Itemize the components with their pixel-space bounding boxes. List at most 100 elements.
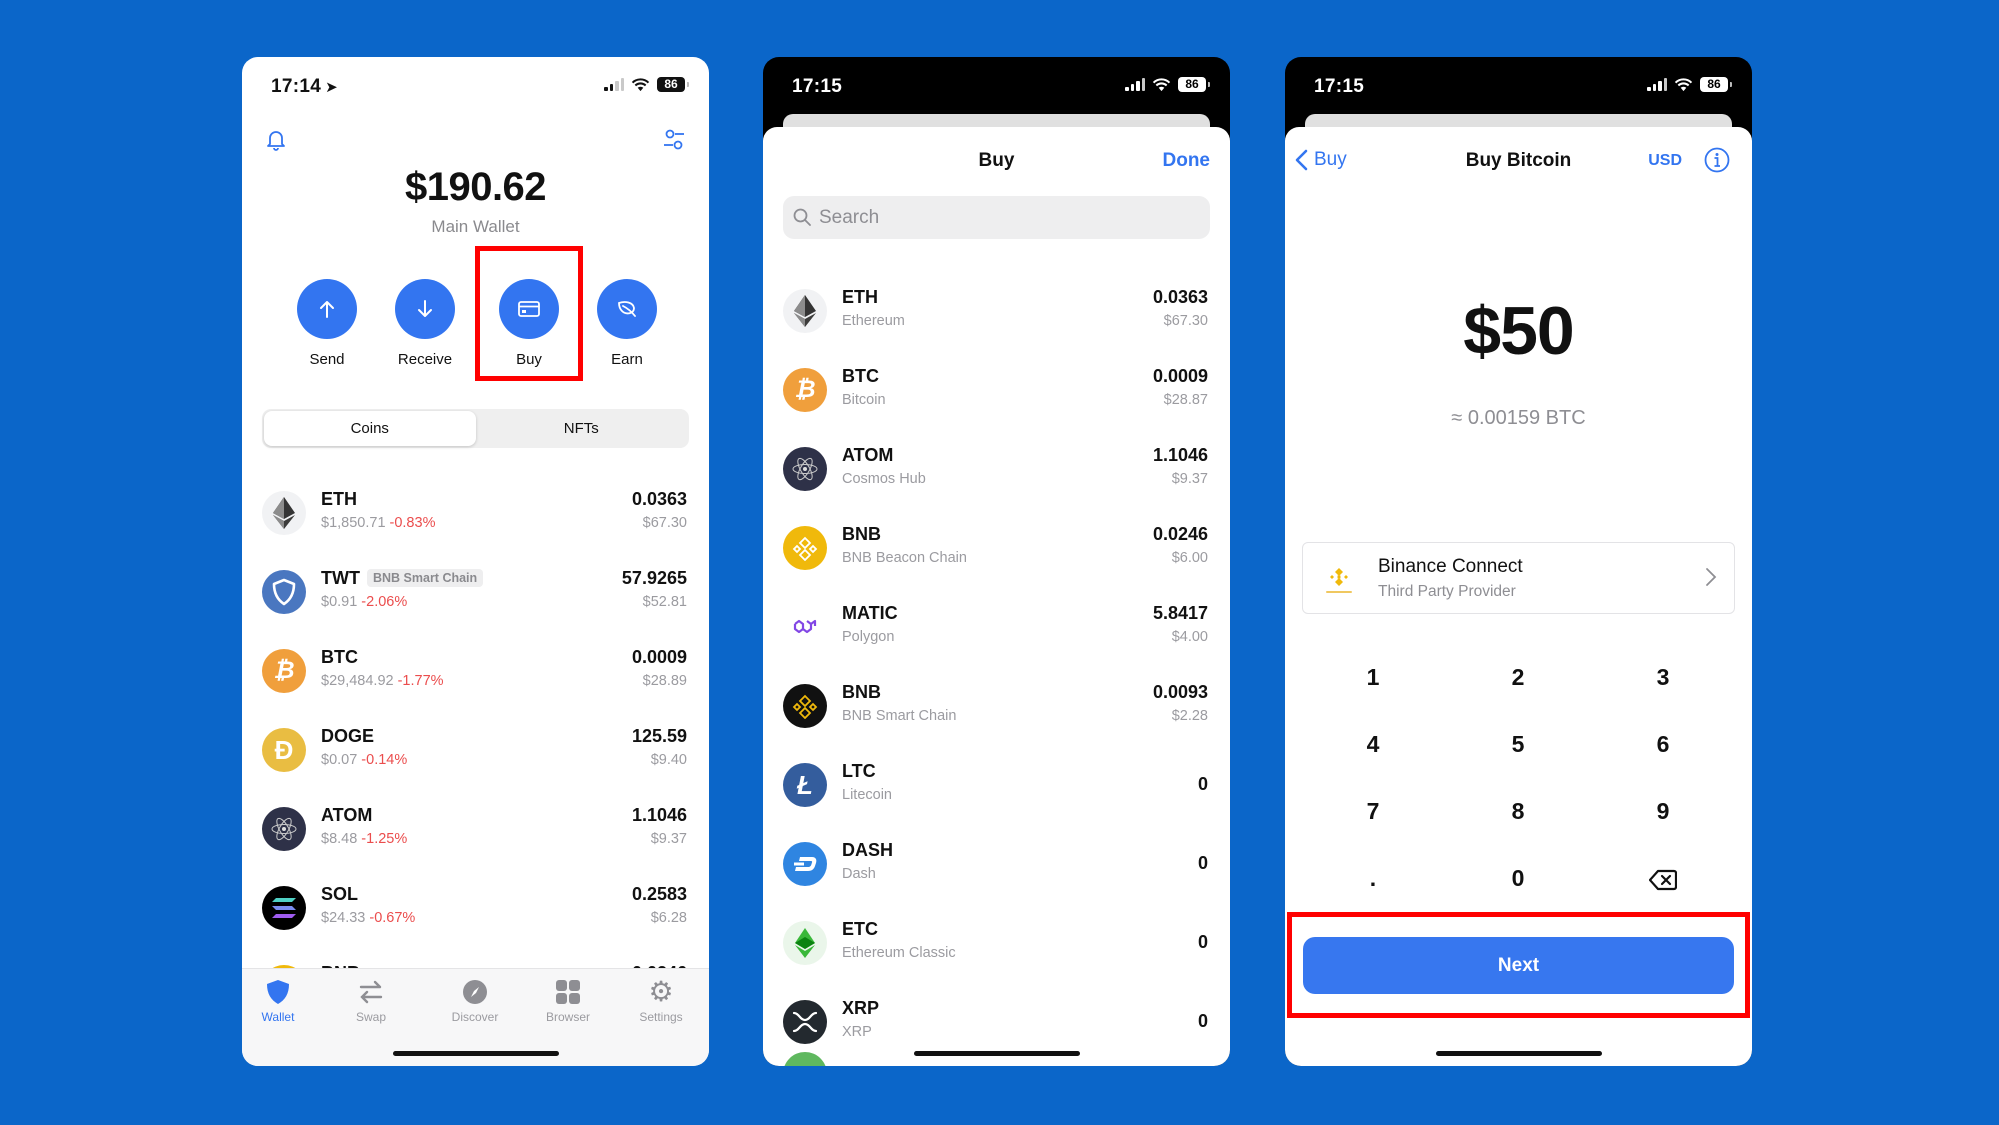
coin-row-eth[interactable]: ETH $1,850.71 -0.83% 0.0363 $67.30 xyxy=(242,477,709,556)
key-1[interactable]: 1 xyxy=(1313,647,1433,707)
provider-name: Binance Connect xyxy=(1378,556,1523,577)
buy-row-bnb-beacon[interactable]: BNB BNB Beacon Chain 0.0246 $6.00 xyxy=(763,512,1230,591)
send-button[interactable]: Send xyxy=(287,279,367,368)
info-icon[interactable] xyxy=(1704,147,1730,173)
coin-row-btc[interactable]: ₿ BTC $29,484.92 -1.77% 0.0009 $28.89 xyxy=(242,635,709,714)
wifi-icon xyxy=(631,77,650,91)
key-9[interactable]: 9 xyxy=(1603,781,1723,841)
earn-button[interactable]: Earn xyxy=(587,279,667,368)
next-button[interactable]: Next xyxy=(1303,937,1734,994)
done-button[interactable]: Done xyxy=(1163,150,1211,172)
buy-row-matic[interactable]: MATIC Polygon 5.8417 $4.00 xyxy=(763,591,1230,670)
buy-row-eth[interactable]: ETH Ethereum 0.0363 $67.30 xyxy=(763,275,1230,354)
coin-row-doge[interactable]: Ð DOGE $0.07 -0.14% 125.59 $9.40 xyxy=(242,714,709,793)
key-6[interactable]: 6 xyxy=(1603,714,1723,774)
coin-price: $0.07 -0.14% xyxy=(321,752,408,768)
arrow-down-icon xyxy=(418,300,432,317)
coin-row-twt[interactable]: TWT BNB Smart Chain $0.91 -2.06% 57.9265 $… xyxy=(242,556,709,635)
binance-logo-icon xyxy=(1319,559,1359,599)
tab-settings[interactable]: ⚙ Settings xyxy=(616,977,706,1025)
receive-button[interactable]: Receive xyxy=(385,279,465,368)
buy-highlight-box xyxy=(475,246,583,381)
compass-icon xyxy=(463,980,487,1004)
key-7[interactable]: 7 xyxy=(1313,781,1433,841)
solana-icon xyxy=(262,886,306,930)
provider-selector[interactable]: Binance Connect Third Party Provider xyxy=(1302,542,1735,614)
coin-symbol: BTC xyxy=(321,647,358,667)
key-decimal[interactable]: . xyxy=(1313,848,1433,908)
chain-badge: BNB Smart Chain xyxy=(366,569,484,587)
swap-arrows-icon xyxy=(359,980,383,1004)
coin-symbol: ETH xyxy=(842,287,878,307)
key-2[interactable]: 2 xyxy=(1458,647,1578,707)
buy-amount: $50 xyxy=(1463,293,1574,369)
coin-amount: 0.0009 xyxy=(1152,366,1208,386)
trust-shield-icon xyxy=(262,570,306,614)
home-indicator xyxy=(913,1051,1080,1056)
coin-name: BNB Smart Chain xyxy=(842,708,957,724)
coin-name: Dash xyxy=(842,866,876,882)
coin-fiat-value: $67.30 xyxy=(1163,313,1208,329)
buy-row-atom[interactable]: ATOM Cosmos Hub 1.1046 $9.37 xyxy=(763,433,1230,512)
tab-nfts[interactable]: NFTs xyxy=(476,411,688,446)
key-0[interactable]: 0 xyxy=(1458,848,1578,908)
buy-row-btc[interactable]: ₿ BTC Bitcoin 0.0009 $28.87 xyxy=(763,354,1230,433)
buy-row-etc[interactable]: ETC Ethereum Classic 0 xyxy=(763,907,1230,986)
key-3[interactable]: 3 xyxy=(1603,647,1723,707)
coin-amount: 0 xyxy=(1197,853,1208,873)
cellular-signal-icon xyxy=(1125,78,1145,91)
tab-coins[interactable]: Coins xyxy=(264,411,476,446)
buy-coin-list: ETH Ethereum 0.0363 $67.30 ₿ BTC Bitcoin… xyxy=(763,275,1230,1065)
tab-discover[interactable]: Discover xyxy=(430,977,520,1024)
home-indicator xyxy=(1435,1051,1602,1056)
coin-name: Litecoin xyxy=(842,787,892,803)
grid-icon xyxy=(556,980,580,1004)
tab-swap[interactable]: Swap xyxy=(326,977,416,1024)
wifi-icon xyxy=(1674,77,1693,91)
coin-price: $24.33 -0.67% xyxy=(321,910,416,926)
ethereum-icon xyxy=(783,289,827,333)
coin-symbol: BNB xyxy=(842,524,881,544)
bell-icon[interactable] xyxy=(264,127,288,151)
coin-fiat-value: $9.37 xyxy=(1171,471,1208,487)
coin-price: $0.91 -2.06% xyxy=(321,594,408,610)
key-backspace[interactable] xyxy=(1603,848,1723,908)
coin-symbol: MATIC xyxy=(842,603,898,623)
key-4[interactable]: 4 xyxy=(1313,714,1433,774)
buy-row-dash[interactable]: DASH Dash 0 xyxy=(763,828,1230,907)
coin-fiat-value: $67.30 xyxy=(642,515,687,531)
bitcoin-icon: ₿ xyxy=(783,368,827,412)
earn-label: Earn xyxy=(611,351,643,368)
key-8[interactable]: 8 xyxy=(1458,781,1578,841)
coin-symbol: ATOM xyxy=(321,805,373,825)
coin-symbol: DOGE xyxy=(321,726,375,746)
coin-row-atom[interactable]: ATOM $8.48 -1.25% 1.1046 $9.37 xyxy=(242,793,709,872)
sheet-title: Buy xyxy=(978,150,1015,171)
search-icon xyxy=(793,208,811,226)
status-bar: 17:15 86 xyxy=(763,57,1230,117)
litecoin-icon: Ł xyxy=(783,763,827,807)
tab-wallet[interactable]: Wallet xyxy=(242,977,323,1024)
coin-fiat-value: $52.81 xyxy=(642,594,687,610)
coin-name: Bitcoin xyxy=(842,392,886,408)
sliders-icon[interactable] xyxy=(661,127,687,153)
currency-selector[interactable]: USD xyxy=(1648,152,1682,170)
search-input[interactable] xyxy=(819,196,1200,239)
location-arrow-icon: ➤ xyxy=(325,79,338,96)
cellular-signal-icon xyxy=(604,78,624,91)
buy-row-ltc[interactable]: Ł LTC Litecoin 0 xyxy=(763,749,1230,828)
key-5[interactable]: 5 xyxy=(1458,714,1578,774)
tab-browser[interactable]: Browser xyxy=(523,977,613,1024)
coin-amount: 57.9265 xyxy=(621,568,687,588)
coin-symbol: BNB xyxy=(842,682,881,702)
coin-symbol: LTC xyxy=(842,761,876,781)
send-label: Send xyxy=(309,351,345,368)
coin-symbol: ETH xyxy=(321,489,357,509)
buy-row-bnb-smart[interactable]: BNB BNB Smart Chain 0.0093 $2.28 xyxy=(763,670,1230,749)
wifi-icon xyxy=(1152,77,1171,91)
coin-row-sol[interactable]: SOL $24.33 -0.67% 0.2583 $6.28 xyxy=(242,872,709,951)
coin-name: Polygon xyxy=(842,629,895,645)
search-field[interactable] xyxy=(783,196,1210,239)
coin-fiat-value: $9.37 xyxy=(650,831,687,847)
coin-amount: 0.0246 xyxy=(1152,524,1208,544)
